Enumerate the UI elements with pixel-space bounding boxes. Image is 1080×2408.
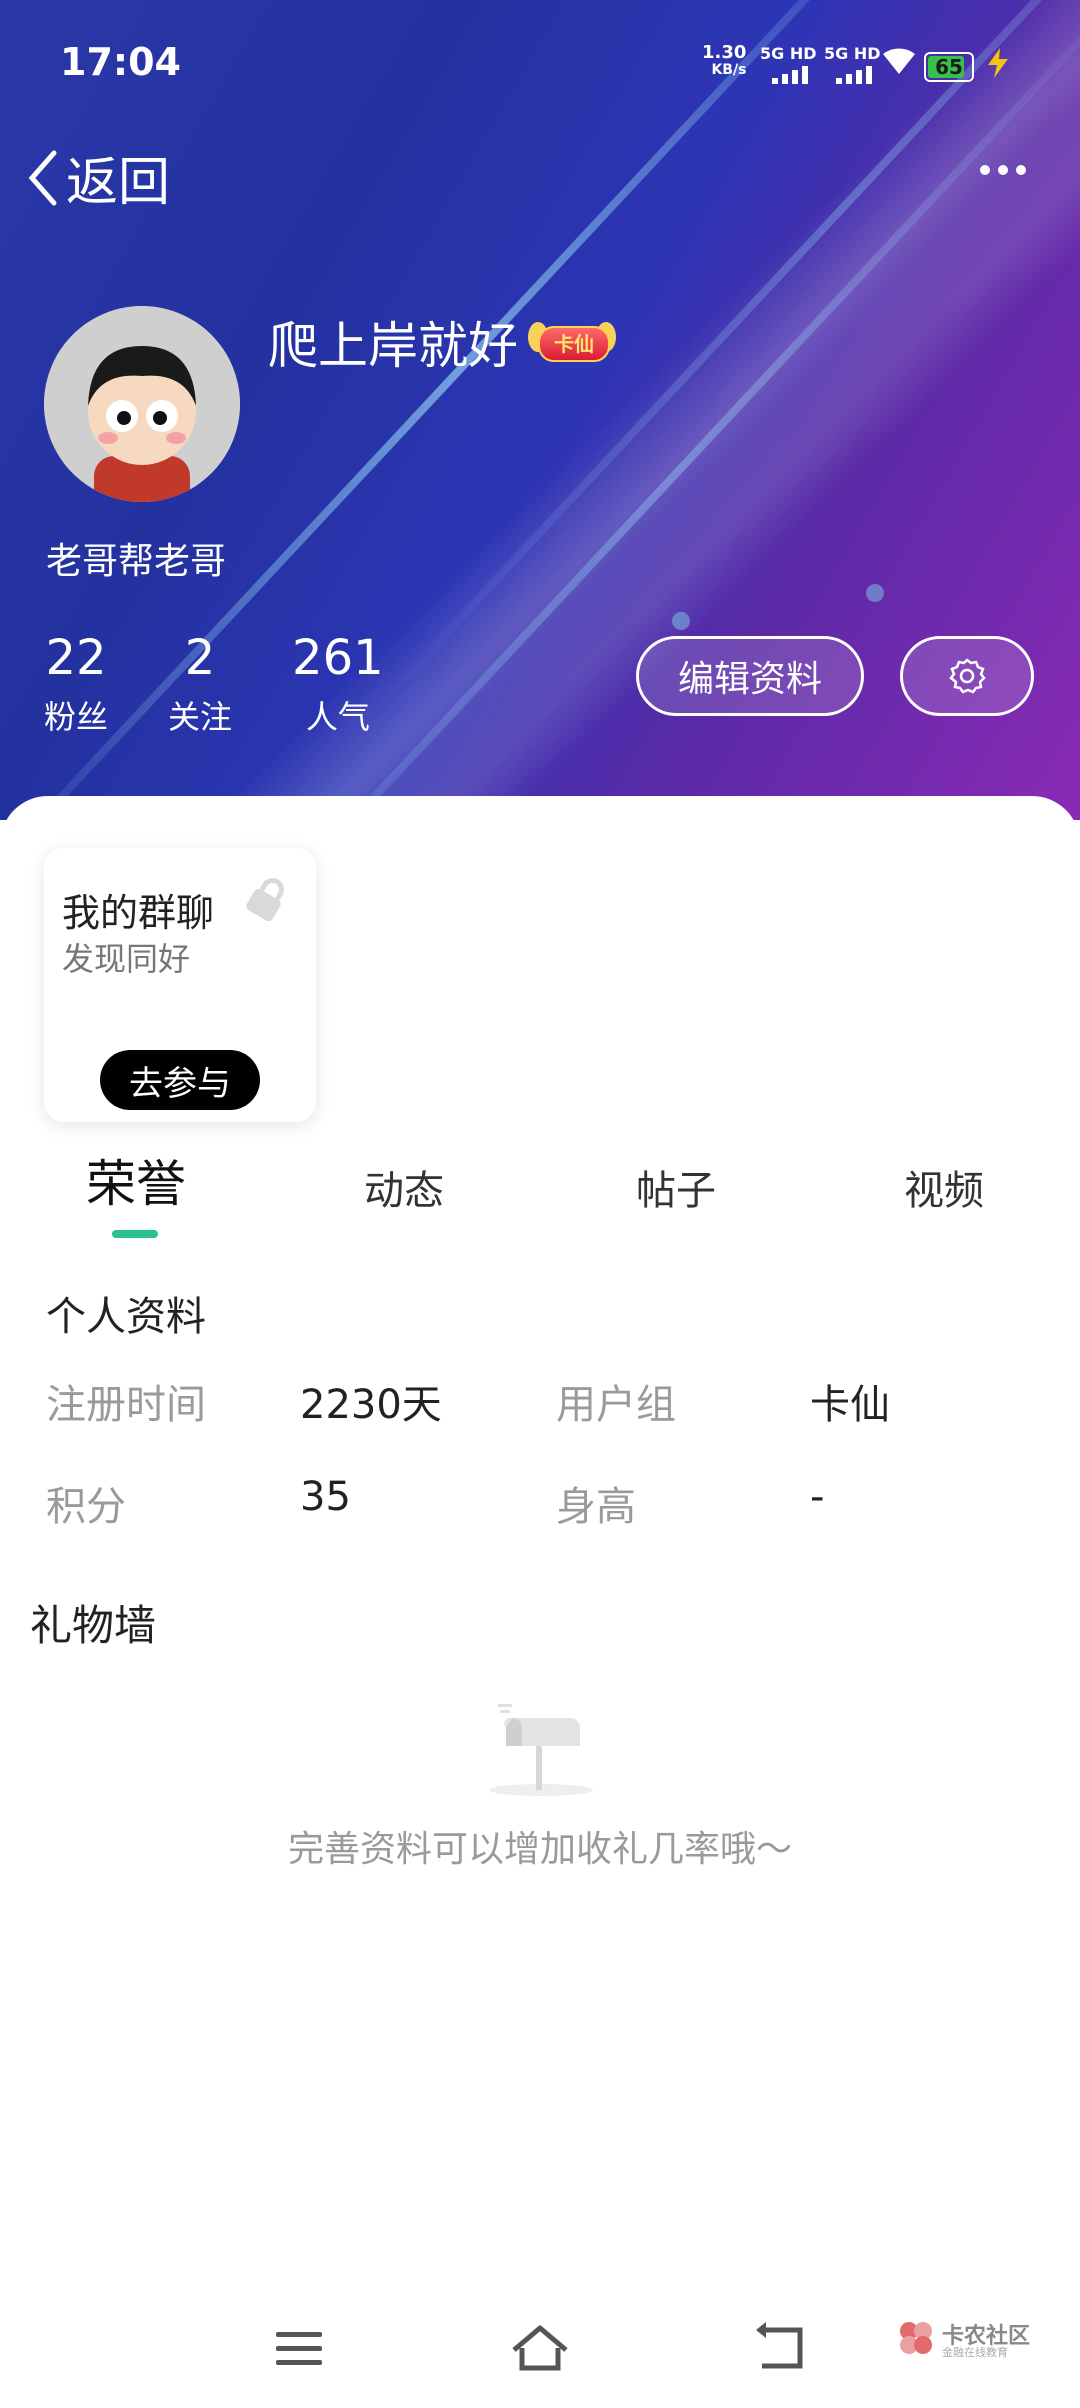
info-label: 积分	[46, 1484, 126, 1530]
info-row: 注册时间 2230天 用户组 卡仙	[0, 1372, 1080, 1432]
home-icon[interactable]	[508, 2320, 572, 2376]
tab-activity[interactable]: 动态	[364, 1158, 444, 1216]
menu-icon[interactable]	[268, 2320, 332, 2376]
stat-popularity[interactable]: 261 人气	[292, 630, 384, 738]
profile-tabs: 荣誉 动态 帖子 视频	[0, 1150, 1080, 1230]
gift-wall-empty-text: 完善资料可以增加收礼几率哦～	[287, 1829, 792, 1870]
profile-stats: 22 粉丝 2 关注 261 人气	[44, 630, 444, 738]
tab-honor[interactable]: 荣誉	[86, 1144, 186, 1216]
user-badge: 卡仙	[528, 318, 616, 364]
info-value: 卡仙	[810, 1382, 890, 1428]
tab-posts[interactable]: 帖子	[636, 1158, 716, 1216]
edit-profile-button[interactable]: 编辑资料	[636, 636, 864, 716]
back-label: 返回	[66, 153, 171, 213]
status-bar: 17:04 1.30 KB/s 5G HD 5G HD 65	[0, 0, 1080, 120]
avatar-image	[44, 306, 240, 502]
info-value: -	[810, 1474, 825, 1520]
return-icon[interactable]	[748, 2320, 812, 2376]
active-tab-indicator	[112, 1230, 158, 1238]
lock-icon	[246, 877, 284, 922]
user-bio: 老哥帮老哥	[46, 541, 227, 582]
group-chat-title: 我的群聊	[62, 891, 215, 935]
watermark-tagline: 金融在线教育	[942, 2346, 1008, 2359]
stat-following[interactable]: 2 关注	[168, 630, 232, 738]
signal-icon	[836, 66, 872, 84]
decorative-dot	[672, 612, 690, 630]
group-chat-card[interactable]: 我的群聊 发现同好 去参与	[44, 848, 316, 1122]
join-group-button[interactable]: 去参与	[100, 1050, 260, 1110]
sim2-label: 5G HD	[824, 44, 881, 63]
info-label: 用户组	[556, 1382, 676, 1428]
group-chat-subtitle: 发现同好	[62, 940, 191, 978]
stat-fans[interactable]: 22 粉丝	[44, 630, 108, 738]
info-label: 身高	[556, 1484, 636, 1530]
watermark: 卡农社区 金融在线教育	[896, 2318, 1046, 2368]
gear-icon	[949, 658, 986, 694]
decorative-dot	[866, 584, 884, 602]
wifi-icon	[880, 44, 918, 85]
battery-icon: 65	[924, 52, 974, 82]
info-row: 积分 35 身高 -	[0, 1474, 1080, 1534]
more-dots-icon[interactable]	[980, 150, 1040, 190]
personal-info-title: 个人资料	[46, 1294, 206, 1340]
gift-wall-title: 礼物墙	[30, 1601, 157, 1650]
settings-button[interactable]	[900, 636, 1034, 716]
tab-videos[interactable]: 视频	[904, 1158, 984, 1216]
mailbox-icon	[489, 1704, 593, 1796]
net-speed: 1.30 KB/s	[702, 42, 747, 79]
info-value: 2230天	[300, 1382, 442, 1428]
sim1-label: 5G HD	[760, 44, 817, 63]
signal-icon	[772, 66, 808, 84]
username: 爬上岸就好	[268, 317, 518, 375]
watermark-logo-icon	[900, 2322, 932, 2354]
badge-label: 卡仙	[538, 326, 610, 362]
info-value: 35	[300, 1474, 351, 1520]
avatar[interactable]	[44, 306, 240, 502]
status-time: 17:04	[60, 40, 181, 84]
chevron-left-icon	[28, 150, 57, 205]
charging-icon	[986, 48, 1010, 86]
back-button[interactable]: 返回	[26, 140, 170, 215]
info-label: 注册时间	[46, 1382, 206, 1428]
